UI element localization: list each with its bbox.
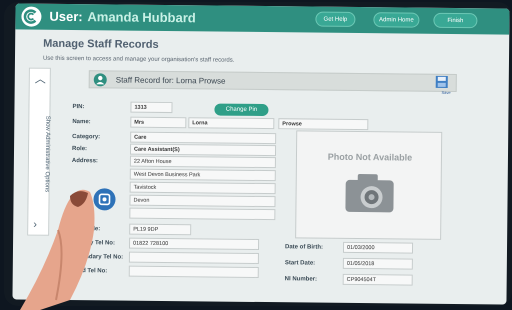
last-name-field[interactable]: Prowse (278, 118, 369, 131)
page-title: Manage Staff Records (43, 37, 159, 51)
start-date-field[interactable]: 01/05/2018 (342, 257, 413, 270)
admin-options-label: Show Administrative Options (43, 115, 51, 192)
postcode-label: Postcode: (71, 226, 101, 233)
third-tel-field[interactable] (128, 265, 259, 278)
save-button[interactable]: Save (442, 90, 451, 95)
first-name-field[interactable]: Lorna (188, 117, 275, 130)
user-name: Amanda Hubbard (87, 9, 196, 26)
photo-box: Photo Not Available (295, 130, 443, 240)
category-field[interactable]: Care (130, 131, 277, 145)
secondary-tel-field[interactable] (128, 251, 259, 264)
app-logo-icon (21, 6, 42, 27)
dob-label: Date of Birth: (284, 244, 324, 251)
secondary-tel-label: Secondary Tel No: (70, 254, 124, 261)
change-pin-button[interactable]: Change Pin (214, 103, 269, 117)
role-label: Role: (72, 146, 88, 153)
pin-field[interactable]: 1313 (130, 101, 173, 114)
primary-tel-field[interactable]: 01822 728100 (129, 237, 260, 250)
tablet-screen: User: Amanda Hubbard Get Help Admin Home… (12, 3, 510, 305)
admin-home-button[interactable]: Admin Home (373, 12, 420, 28)
chevron-up-icon[interactable]: ︿ (35, 71, 46, 87)
address-line-5[interactable] (129, 207, 276, 221)
address-line-3[interactable]: Tavistock (129, 181, 276, 195)
dob-field[interactable]: 01/03/2000 (342, 241, 414, 254)
primary-tel-label: Primary Tel No: (71, 240, 115, 247)
badge-icon (98, 193, 111, 206)
staff-tool-button[interactable] (93, 188, 116, 211)
name-label: Name: (72, 119, 91, 126)
top-bar: User: Amanda Hubbard Get Help Admin Home… (15, 3, 510, 35)
role-field[interactable]: Care Assistant(S) (129, 143, 277, 157)
category-label: Category: (72, 134, 101, 141)
ni-number-label: NI Number: (284, 276, 318, 283)
staff-record-header: Staff Record for: Lorna Prowse Save (88, 70, 457, 95)
user-label: User: (49, 8, 83, 25)
get-help-button[interactable]: Get Help (315, 11, 356, 27)
save-icon[interactable] (434, 75, 450, 91)
finish-button[interactable]: Finish (433, 12, 478, 29)
admin-options-panel[interactable]: ︿ Show Administrative Options › (27, 67, 51, 236)
ni-number-field[interactable]: CP904504T (342, 273, 413, 286)
postcode-field[interactable]: PL19 9DP (129, 223, 192, 236)
camera-icon (345, 174, 394, 213)
photo-placeholder-text: Photo Not Available (327, 151, 413, 163)
address-line-2[interactable]: West Devon Business Park (129, 168, 276, 182)
name-title-field[interactable]: Mrs (130, 116, 187, 129)
address-line-1[interactable]: 22 Afton House (129, 155, 276, 169)
chevron-right-icon[interactable]: › (33, 219, 37, 231)
staff-record-title: Staff Record for: Lorna Prowse (115, 75, 226, 86)
start-date-label: Start Date: (284, 260, 316, 267)
person-icon (93, 73, 107, 87)
pin-label: PIN: (72, 104, 85, 111)
address-label: Address: (71, 158, 98, 165)
third-tel-label: Third Tel No: (70, 268, 108, 275)
address-line-4[interactable]: Devon (129, 194, 276, 208)
page-description: Use this screen to access and manage you… (42, 55, 235, 64)
